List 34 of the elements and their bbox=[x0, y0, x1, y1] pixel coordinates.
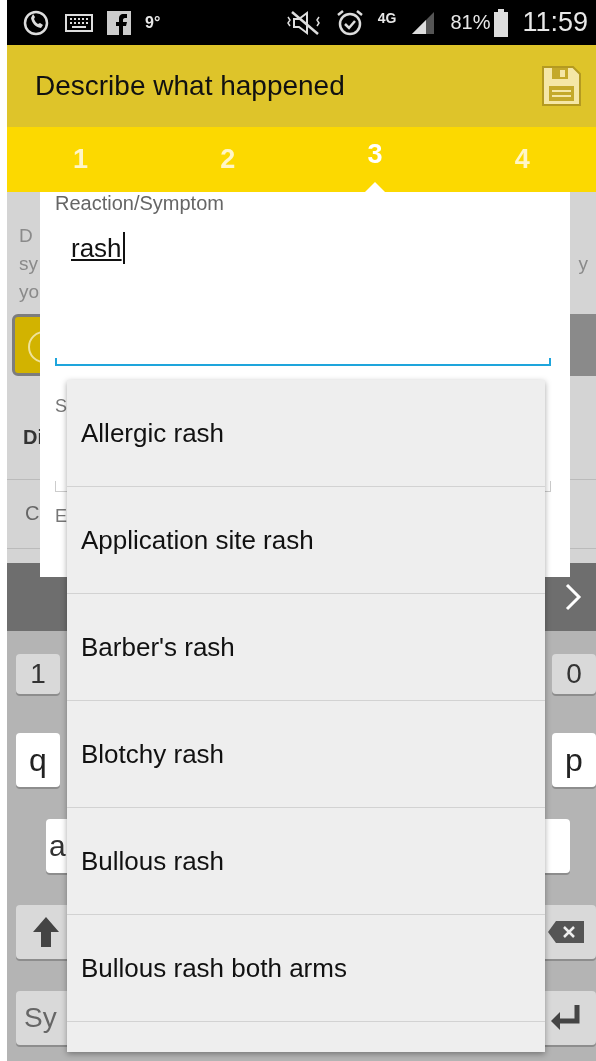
alarm-icon bbox=[335, 8, 364, 37]
description-text: y bbox=[578, 252, 588, 276]
field-label: S bbox=[55, 396, 67, 417]
suggestion-item[interactable]: Barber's rash bbox=[67, 594, 545, 701]
screen-title: Describe what happened bbox=[35, 70, 345, 102]
symptom-input-field[interactable]: rash bbox=[55, 214, 551, 366]
field-label: E bbox=[55, 506, 67, 527]
backspace-icon bbox=[548, 921, 584, 943]
social-app-icon bbox=[107, 10, 131, 35]
keyboard-key[interactable]: p bbox=[552, 733, 596, 787]
keyboard-key[interactable]: q bbox=[16, 733, 60, 787]
network-type-text: 4G bbox=[377, 9, 397, 26]
keyboard-key[interactable]: 0 bbox=[552, 654, 596, 694]
field-label: Reaction/Symptom bbox=[55, 192, 225, 214]
side-panel bbox=[570, 314, 596, 376]
description-text: sy bbox=[19, 252, 38, 276]
keyboard-icon bbox=[65, 12, 93, 33]
chevron-right-icon[interactable] bbox=[564, 582, 582, 612]
suggestion-item[interactable]: Application site rash bbox=[67, 487, 545, 594]
battery-icon bbox=[494, 8, 509, 37]
shift-arrow-icon bbox=[31, 915, 61, 949]
suggestion-item[interactable]: Blotchy rash bbox=[67, 701, 545, 808]
add-icon bbox=[27, 330, 40, 364]
mute-vibrate-icon bbox=[285, 9, 322, 36]
description-text: D bbox=[19, 224, 33, 248]
suggestion-item[interactable]: Allergic rash bbox=[67, 380, 545, 487]
suggestion-item[interactable]: Bullous rash both arms bbox=[67, 915, 545, 1022]
temperature-text: 9° bbox=[145, 13, 161, 32]
keyboard-key[interactable]: 1 bbox=[16, 654, 60, 694]
suggestion-item[interactable]: Bullous rash bbox=[67, 808, 545, 915]
list-row-text: C bbox=[25, 502, 40, 525]
clock-text: 11:59 bbox=[522, 7, 588, 38]
description-text: yo bbox=[19, 280, 40, 304]
battery-percent-text: 81% bbox=[450, 11, 491, 34]
